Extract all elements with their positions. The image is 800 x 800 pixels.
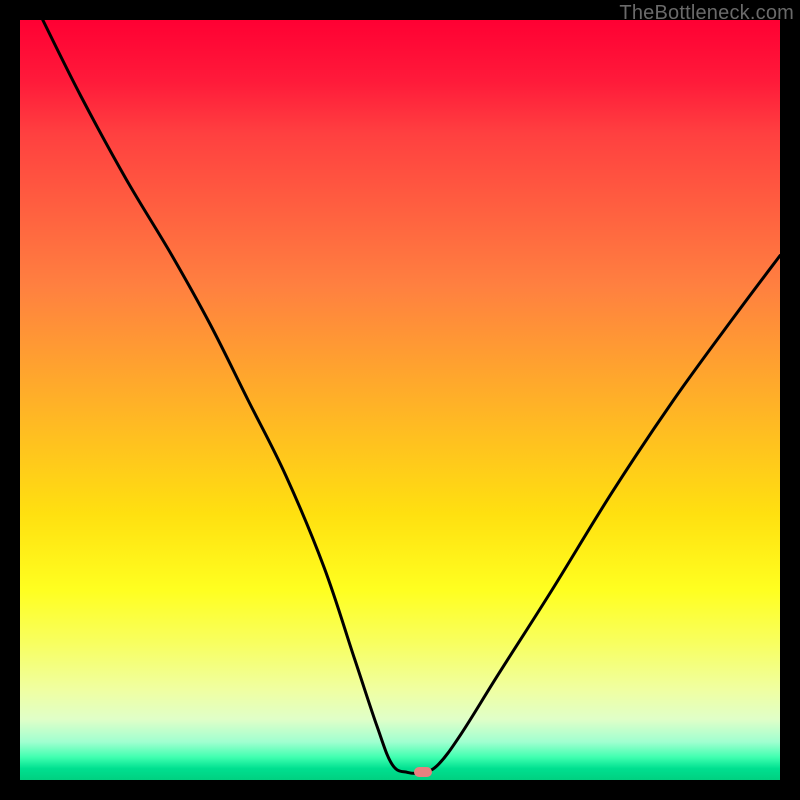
chart-container: TheBottleneck.com [0,0,800,800]
plot-area [20,20,780,780]
bottleneck-curve [20,20,780,780]
optimal-marker [414,767,432,777]
watermark-text: TheBottleneck.com [619,2,794,25]
